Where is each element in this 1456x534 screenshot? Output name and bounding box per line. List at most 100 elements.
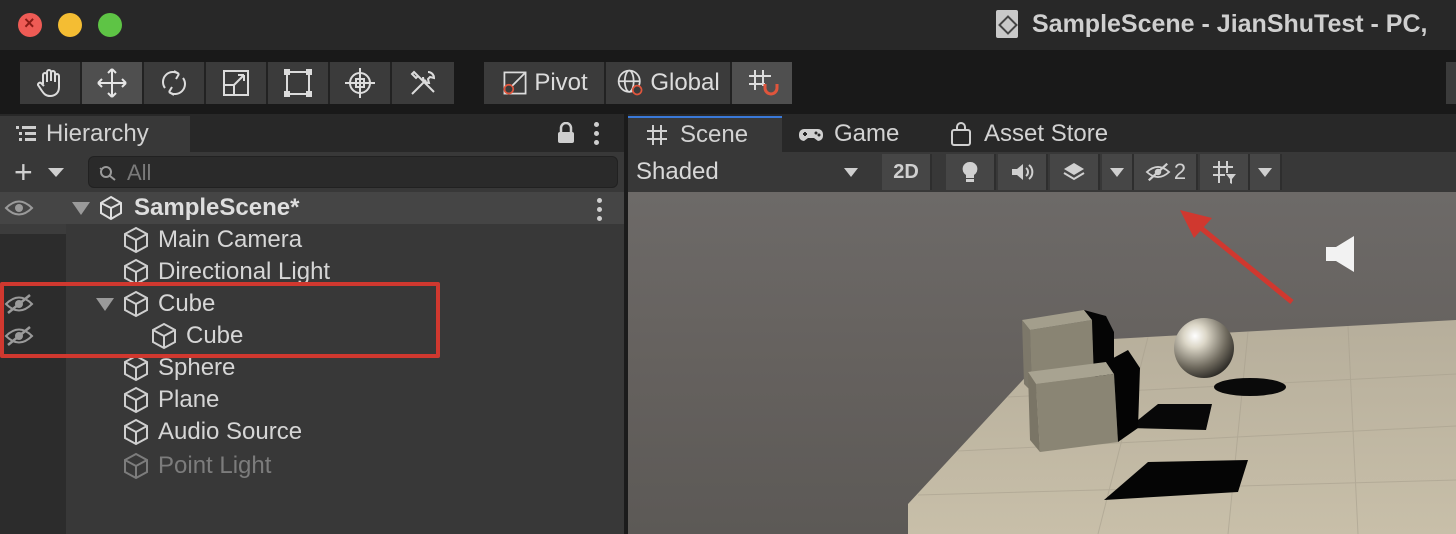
transform-tool-button[interactable] [330, 62, 392, 104]
create-button[interactable]: + [14, 156, 33, 188]
lighting-toggle-button[interactable] [946, 154, 996, 190]
grid-hash-icon [647, 125, 667, 145]
cube-icon [124, 354, 148, 382]
global-toggle-button[interactable]: Global [606, 62, 732, 104]
item-label: Point Light [158, 452, 272, 479]
unity-document-icon [996, 10, 1018, 38]
effects-toggle-button[interactable] [1050, 154, 1100, 190]
globe-icon [618, 69, 643, 96]
hierarchy-item-audio-source[interactable]: Audio Source [122, 416, 302, 448]
hierarchy-menu-icon[interactable] [594, 122, 600, 149]
item-label: Sphere [158, 354, 236, 381]
rotate-tool-button[interactable] [144, 62, 206, 104]
layers-icon [1063, 163, 1085, 181]
hierarchy-tab-bar: Hierarchy [0, 114, 624, 152]
hierarchy-search[interactable] [88, 156, 618, 188]
toolbar-overflow [1446, 62, 1456, 104]
grid-filter-icon [1213, 161, 1236, 184]
speaker-icon [1012, 164, 1034, 180]
audio-source-gizmo-icon [1326, 236, 1354, 272]
hidden-objects-count: 2 [1173, 159, 1187, 184]
tools-icon [410, 70, 436, 95]
zoom-window-button[interactable] [98, 13, 122, 37]
hierarchy-item-main-camera[interactable]: Main Camera [122, 224, 302, 256]
global-label: Global [650, 69, 720, 96]
sphere-object [1174, 318, 1234, 378]
eye-hidden-icon [1145, 162, 1171, 182]
scene-item[interactable]: SampleScene* [72, 192, 299, 224]
rect-tool-button[interactable] [268, 62, 330, 104]
item-label: Main Camera [158, 226, 303, 253]
shopping-bag-icon [951, 122, 971, 146]
effects-dropdown-button[interactable] [1102, 154, 1134, 190]
search-icon [99, 166, 116, 181]
tab-game-label: Game [834, 120, 900, 147]
rotate-icon [162, 70, 186, 96]
lightbulb-icon [962, 161, 978, 182]
move-arrows-icon [97, 68, 127, 98]
pivot-icon [503, 71, 527, 95]
hand-tool-button[interactable] [20, 62, 82, 104]
visibility-gutter-lower [0, 234, 66, 534]
pivot-toggle-button[interactable]: Pivot [484, 62, 606, 104]
scene-view-toolbar: Shaded 2D 2 [628, 152, 1456, 192]
sphere-shadow [1214, 378, 1286, 396]
minimize-window-button[interactable] [58, 13, 82, 37]
scene-header-row[interactable]: SampleScene* [0, 192, 624, 224]
tab-scene[interactable]: Scene [628, 116, 782, 152]
scene-visibility-button[interactable]: 2 [1134, 154, 1198, 190]
unity-scene-icon [100, 195, 122, 221]
audio-toggle-button[interactable] [998, 154, 1048, 190]
list-icon [16, 126, 36, 141]
move-tool-button[interactable] [82, 62, 144, 104]
eye-icon[interactable] [4, 197, 34, 219]
tab-hierarchy[interactable]: Hierarchy [0, 116, 190, 152]
lock-icon[interactable] [556, 122, 576, 144]
draw-mode-dropdown[interactable]: Shaded [630, 154, 868, 190]
scene-name: SampleScene* [134, 194, 300, 221]
scale-tool-button[interactable] [206, 62, 268, 104]
title-bar: SampleScene - JianShuTest - PC, [0, 0, 1456, 50]
scene-menu-icon[interactable] [597, 198, 603, 225]
hierarchy-panel: Hierarchy + SampleScene* Main Camera Dir… [0, 114, 624, 534]
custom-tool-button[interactable] [392, 62, 454, 104]
expand-triangle-icon[interactable] [72, 201, 90, 215]
hierarchy-item-plane[interactable]: Plane [122, 384, 219, 416]
hierarchy-tab-label: Hierarchy [46, 120, 149, 147]
scene-panel: Scene Game Asset Store Shaded 2D 2 [628, 114, 1456, 534]
item-label: Plane [158, 386, 220, 413]
tab-asset-store-label: Asset Store [984, 120, 1109, 147]
chevron-down-icon [1110, 167, 1124, 177]
window-title-text: SampleScene - JianShuTest - PC, [1032, 9, 1428, 38]
transform-icon [345, 68, 375, 98]
grid-toggle-button[interactable] [1200, 154, 1250, 190]
chevron-down-icon[interactable] [48, 168, 64, 177]
annotation-arrow [1180, 210, 1294, 304]
pivot-label: Pivot [534, 69, 588, 96]
hierarchy-item-point-light[interactable]: Point Light [122, 450, 271, 482]
tab-asset-store[interactable]: Asset Store [946, 116, 1126, 152]
gamepad-icon [799, 129, 823, 141]
cube-icon [124, 386, 148, 414]
hierarchy-toolbar: + [0, 152, 624, 192]
window-title: SampleScene - JianShuTest - PC, [996, 8, 1427, 40]
scene-tab-bar: Scene Game Asset Store [628, 114, 1456, 152]
cube-icon [124, 418, 148, 446]
toggle-2d-label: 2D [893, 160, 919, 183]
search-input[interactable] [127, 160, 607, 186]
draw-mode-value: Shaded [636, 158, 719, 185]
scene-viewport[interactable] [628, 192, 1456, 534]
grid-snap-button[interactable] [732, 62, 792, 104]
cube-icon [124, 452, 148, 480]
grid-dropdown-button[interactable] [1250, 154, 1282, 190]
toggle-2d-button[interactable]: 2D [882, 154, 932, 190]
item-label: Audio Source [158, 418, 303, 445]
close-window-button[interactable] [18, 13, 42, 37]
tab-game[interactable]: Game [796, 116, 936, 152]
hand-icon [37, 69, 60, 98]
chevron-down-icon [844, 168, 858, 177]
scale-icon [223, 70, 249, 96]
rect-transform-icon [284, 69, 312, 97]
transform-tools [20, 62, 454, 104]
handle-settings: Pivot Global [484, 62, 792, 104]
